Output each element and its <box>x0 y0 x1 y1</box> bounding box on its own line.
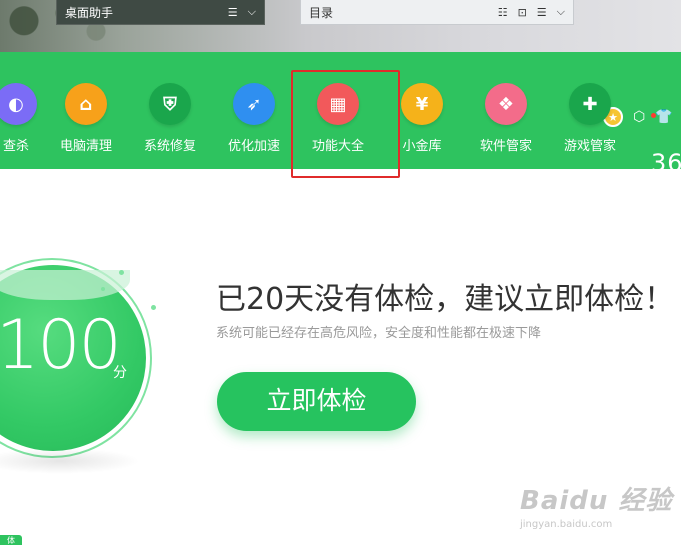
watermark-logo: Baidu 经验 <box>520 486 673 516</box>
checkup-headline: 已20天没有体检，建议立即体检！ <box>216 282 675 317</box>
watermark-url: jingyan.baidu.com <box>520 519 613 530</box>
money-bag-icon: ¥ <box>401 83 443 125</box>
notification-dot <box>651 113 656 118</box>
shield-icon: ⛨ <box>149 83 191 125</box>
checkup-subline: 系统可能已经存在高危风险，安全度和性能都在极速下降 <box>216 326 542 341</box>
software-icon: ❖ <box>485 83 527 125</box>
toolbar-item-label: 游戏管家 <box>563 139 616 154</box>
decor-dot <box>151 305 156 310</box>
desktop-assistant-window[interactable]: 桌面助手 ☰ ⌵ <box>56 0 265 25</box>
skin-icon[interactable]: 👕 <box>655 109 672 125</box>
decor-dot <box>101 287 105 291</box>
toolbar-item-1[interactable]: ⌂ 电脑清理 <box>44 83 128 154</box>
toolbar-item-6[interactable]: ❖ 软件管家 <box>464 83 548 154</box>
lock-icon[interactable]: ⊡ <box>518 6 527 19</box>
login-label: 登录 <box>651 182 676 196</box>
chevron-down-icon[interactable]: ⌵ <box>248 5 256 19</box>
catalog-title: 目录 <box>309 5 334 20</box>
outline-icon[interactable]: ☷ <box>498 6 508 19</box>
highlight-box <box>291 70 400 178</box>
toolbar-item-label: 优化加速 <box>227 139 280 154</box>
toolbar-item-label: 软件管家 <box>479 139 532 154</box>
catalog-window[interactable]: 目录 ☷ ⊡ ☰ ⌵ <box>300 0 574 25</box>
corner-badge: 体 <box>0 535 22 545</box>
desktop-wallpaper: 桌面助手 ☰ ⌵ 目录 ☷ ⊡ ☰ ⌵ <box>0 0 681 52</box>
toolbar-item-label: 电脑清理 <box>59 139 112 154</box>
rocket-icon: ➶ <box>233 83 275 125</box>
desktop-assistant-title: 桌面助手 <box>65 5 114 20</box>
app-window: 桌面助手 ☰ ⌵ 目录 ☷ ⊡ ☰ ⌵ ★ ⬡ 👕 ◐ 查杀 ⌂ 电脑清理 ⛨ 系统修复 ➶… <box>0 0 681 545</box>
score-unit: 分 <box>113 365 127 381</box>
toolbar-item-2[interactable]: ⛨ 系统修复 <box>128 83 212 154</box>
broom-icon: ⌂ <box>65 83 107 125</box>
chevron-down-icon[interactable]: ⌵ <box>557 5 565 19</box>
login-number: 36 <box>651 149 681 177</box>
baidu-watermark: Baidu 经验 jingyan.baidu.com <box>520 480 672 530</box>
toolbar-item-label: 系统修复 <box>143 139 196 154</box>
toolbar-item-3[interactable]: ➶ 优化加速 <box>212 83 296 154</box>
antivirus-icon: ◐ <box>0 83 37 125</box>
toolbar-item-7[interactable]: ✚ 游戏管家 <box>548 83 632 154</box>
settings-icon[interactable]: ⬡ <box>633 109 645 125</box>
score-value: 100 <box>0 306 122 385</box>
list-icon[interactable]: ☰ <box>228 6 238 19</box>
decor-dot <box>119 270 124 275</box>
gamepad-icon: ✚ <box>569 83 611 125</box>
gauge-shadow <box>0 448 140 474</box>
login-area[interactable]: 36 登录 <box>651 150 681 197</box>
start-checkup-button[interactable]: 立即体检 <box>217 372 416 431</box>
list-icon[interactable]: ☰ <box>537 6 547 19</box>
